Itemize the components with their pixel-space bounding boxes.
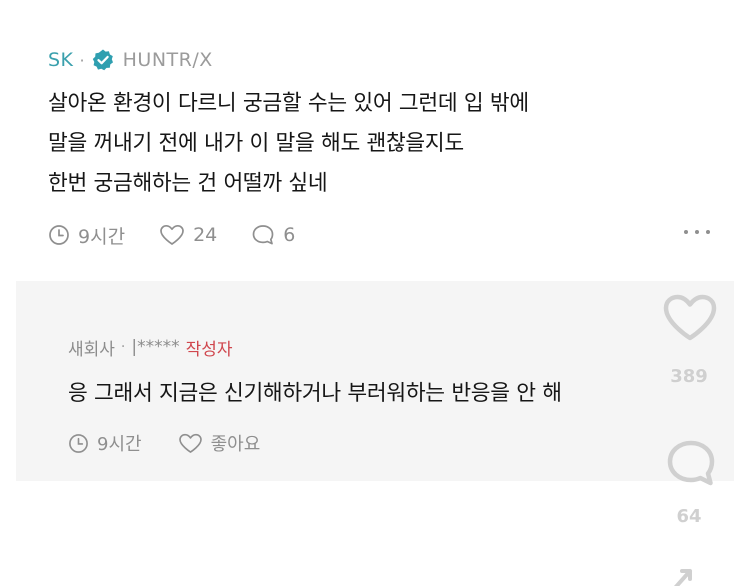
heart-icon xyxy=(663,294,717,341)
reply-time-stamp: 9시간 xyxy=(68,430,142,456)
comment-body: 살아온 환경이 다르니 궁금할 수는 있어 그런데 입 밖에 말을 꺼내기 전에… xyxy=(48,84,708,204)
creator-badge: 작성자 xyxy=(185,339,233,360)
overlay-comment-button[interactable] xyxy=(664,436,718,492)
reply-header: 새회사 · |***** 작성자 xyxy=(68,333,708,361)
reply-author[interactable]: 새회사 xyxy=(68,335,115,360)
time-text: 9시간 xyxy=(78,225,126,248)
reply-like-label: 좋아요 xyxy=(210,434,261,455)
comment-meta: 9시간 24 6 xyxy=(48,220,708,250)
like-count: 24 xyxy=(193,224,218,246)
comment-author[interactable]: SK xyxy=(48,49,74,71)
reply-masked-name: |***** xyxy=(131,337,180,357)
reply-meta: 9시간 좋아요 xyxy=(68,429,708,457)
heart-icon xyxy=(160,224,184,245)
clock-icon xyxy=(49,225,69,245)
reply-like-button[interactable]: 좋아요 xyxy=(178,430,261,456)
clock-icon xyxy=(69,433,88,453)
speech-bubble-icon xyxy=(667,440,715,486)
overlay-like-button[interactable] xyxy=(660,290,720,346)
verified-badge-icon xyxy=(92,49,113,71)
speech-bubble-icon xyxy=(252,225,274,245)
comment-line: 한번 궁금해하는 건 어떨까 싶네 xyxy=(48,171,328,196)
separator-dot: · xyxy=(120,339,126,355)
overlay-share-icon[interactable] xyxy=(668,566,708,586)
reply-card: 새회사 · |***** 작성자 응 그래서 지금은 신기해하거나 부러워하는 … xyxy=(68,333,708,457)
reply-button[interactable]: 6 xyxy=(251,224,295,246)
reply-time-text: 9시간 xyxy=(97,434,142,455)
time-stamp: 9시간 xyxy=(48,222,125,249)
comment-line: 살아온 환경이 다르니 궁금할 수는 있어 그런데 입 밖에 xyxy=(48,91,529,116)
comment-line: 말을 꺼내기 전에 내가 이 말을 해도 괜찮을지도 xyxy=(48,131,464,156)
like-button[interactable]: 24 xyxy=(159,224,217,246)
comment-card: SK · HUNTR/X 살아온 환경이 다르니 궁금할 수는 있어 그런데 입… xyxy=(48,44,710,250)
comment-header: SK · HUNTR/X xyxy=(48,44,708,76)
reply-body: 응 그래서 지금은 신기해하거나 부러워하는 반응을 안 해 xyxy=(68,381,562,406)
overlay-comment-count: 64 xyxy=(676,506,702,527)
share-arrow-icon xyxy=(673,569,692,586)
reply-container: 새회사 · |***** 작성자 응 그래서 지금은 신기해하거나 부러워하는 … xyxy=(16,281,734,481)
comment-group[interactable]: HUNTR/X xyxy=(123,49,213,71)
heart-icon xyxy=(178,433,202,453)
reply-count: 6 xyxy=(283,224,296,246)
more-options-icon[interactable] xyxy=(684,227,710,237)
separator-dot: · xyxy=(79,50,85,70)
overlay-like-count: 389 xyxy=(670,366,708,387)
